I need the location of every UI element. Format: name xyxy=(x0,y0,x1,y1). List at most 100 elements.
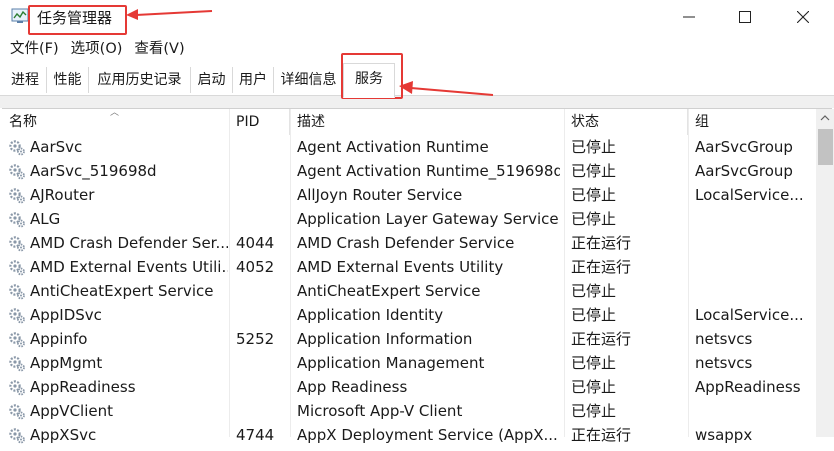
service-gear-icon xyxy=(8,163,26,180)
service-status: 已停止 xyxy=(571,138,617,156)
service-group: wsappx xyxy=(695,426,753,444)
maximize-button[interactable] xyxy=(722,4,768,30)
service-gear-icon xyxy=(8,331,26,348)
tab-app-history[interactable]: 应用历史记录 xyxy=(89,67,191,93)
service-status: 已停止 xyxy=(571,306,617,324)
service-description: AppX Deployment Service (AppX... xyxy=(297,426,558,444)
close-icon xyxy=(797,11,809,23)
table-row[interactable]: AppXSvc 4744 AppX Deployment Service (AppX… xyxy=(0,423,816,447)
maximize-icon xyxy=(739,11,751,23)
service-pid xyxy=(236,135,290,159)
menu-file[interactable]: 文件(F) xyxy=(10,37,59,61)
service-gear-icon xyxy=(8,427,26,444)
column-header-status[interactable]: 状态 xyxy=(562,109,688,135)
table-row[interactable]: AntiCheatExpert Service AntiCheatExpert S… xyxy=(0,279,816,303)
table-row[interactable]: AppIDSvc Application Identity 已停止 LocalServ… xyxy=(0,303,816,327)
menu-options[interactable]: 选项(O) xyxy=(71,37,123,61)
table-row[interactable]: AarSvc Agent Activation Runtime 已停止 AarSvcG… xyxy=(0,135,816,159)
tab-details[interactable]: 详细信息 xyxy=(274,67,344,93)
service-pid xyxy=(236,351,290,375)
service-status: 已停止 xyxy=(571,162,617,180)
service-group: AarSvcGroup xyxy=(695,162,793,180)
scroll-up-icon[interactable] xyxy=(820,115,830,121)
service-gear-icon xyxy=(8,403,26,420)
service-status: 正在运行 xyxy=(571,258,632,276)
service-group xyxy=(695,279,813,303)
service-group: AarSvcGroup xyxy=(695,138,793,156)
tab-users[interactable]: 用户 xyxy=(233,67,274,93)
service-status: 已停止 xyxy=(571,282,617,300)
column-header-name[interactable]: 名称 xyxy=(0,109,230,135)
service-status: 正在运行 xyxy=(571,234,632,252)
service-gear-icon xyxy=(8,187,26,204)
service-description: Application Information xyxy=(297,330,473,348)
service-name: ALG xyxy=(30,210,61,228)
service-gear-icon xyxy=(8,259,26,276)
service-name: AppReadiness xyxy=(30,378,136,396)
service-pid xyxy=(236,207,290,231)
service-gear-icon xyxy=(8,283,26,300)
tab-services[interactable]: 服务 xyxy=(343,63,395,98)
service-pid: 4744 xyxy=(236,426,275,444)
service-description: AMD External Events Utility xyxy=(297,258,504,276)
service-pid xyxy=(236,303,290,327)
minimize-button[interactable] xyxy=(666,4,712,30)
service-gear-icon xyxy=(8,139,26,156)
service-status: 正在运行 xyxy=(571,330,632,348)
table-row[interactable]: AppVClient Microsoft App-V Client 已停止 xyxy=(0,399,816,423)
service-name: AppXSvc xyxy=(30,426,97,444)
menu-view[interactable]: 查看(V) xyxy=(134,37,184,61)
table-row[interactable]: AMD Crash Defender Ser... 4044 AMD Crash D… xyxy=(0,231,816,255)
service-group: AppReadiness xyxy=(695,378,801,396)
service-status: 已停止 xyxy=(571,402,617,420)
table-row[interactable]: AJRouter AllJoyn Router Service 已停止 LocalSe… xyxy=(0,183,816,207)
title-highlight-box xyxy=(28,5,127,35)
service-status: 已停止 xyxy=(571,186,617,204)
scrollbar-thumb[interactable] xyxy=(818,129,833,165)
service-pid: 4044 xyxy=(236,234,275,252)
service-description: Agent Activation Runtime_519698d xyxy=(297,162,560,180)
service-name: AppIDSvc xyxy=(30,306,102,324)
service-group: netsvcs xyxy=(695,330,753,348)
service-pid xyxy=(236,279,290,303)
service-status: 已停止 xyxy=(571,354,617,372)
table-row[interactable]: AMD External Events Utili... 4052 AMD Exte… xyxy=(0,255,816,279)
service-name: AppMgmt xyxy=(30,354,103,372)
service-gear-icon xyxy=(8,307,26,324)
service-description: AllJoyn Router Service xyxy=(297,186,463,204)
service-status: 正在运行 xyxy=(571,426,632,444)
service-pid xyxy=(236,183,290,207)
services-list: AarSvc Agent Activation Runtime 已停止 AarSvcG… xyxy=(0,135,816,447)
tab-performance[interactable]: 性能 xyxy=(47,67,89,93)
close-button[interactable] xyxy=(780,4,826,30)
table-row[interactable]: ALG Application Layer Gateway Service 已停止 xyxy=(0,207,816,231)
service-description: Application Management xyxy=(297,354,485,372)
vertical-scrollbar[interactable] xyxy=(816,109,834,437)
tab-processes[interactable]: 进程 xyxy=(4,67,47,93)
tab-startup[interactable]: 启动 xyxy=(191,67,233,93)
service-pid: 5252 xyxy=(236,330,275,348)
table-row[interactable]: AppReadiness App Readiness 已停止 AppReadiness xyxy=(0,375,816,399)
service-gear-icon xyxy=(8,379,26,396)
service-pid xyxy=(236,399,290,423)
column-header-group[interactable]: 组 xyxy=(686,109,816,135)
service-name: AarSvc_519698d xyxy=(30,162,157,180)
service-name: AMD External Events Utili... xyxy=(30,258,228,276)
service-pid: 4052 xyxy=(236,258,275,276)
service-status: 已停止 xyxy=(571,378,617,396)
table-row[interactable]: Appinfo 5252 Application Information 正在运行 ne… xyxy=(0,327,816,351)
service-gear-icon xyxy=(8,355,26,372)
service-description: Application Identity xyxy=(297,306,444,324)
service-group xyxy=(695,255,813,279)
tab-strip: 进程 性能 应用历史记录 启动 用户 详细信息 服务 xyxy=(0,63,834,98)
service-description: Application Layer Gateway Service xyxy=(297,210,559,228)
service-name: AppVClient xyxy=(30,402,113,420)
service-name: Appinfo xyxy=(30,330,88,348)
task-manager-icon xyxy=(11,8,29,23)
table-row[interactable]: AppMgmt Application Management 已停止 netsvcs xyxy=(0,351,816,375)
column-header-pid[interactable]: PID xyxy=(227,109,290,135)
service-name: AntiCheatExpert Service xyxy=(30,282,214,300)
column-header-description[interactable]: 描述 xyxy=(288,109,565,135)
table-row[interactable]: AarSvc_519698d Agent Activation Runtime_5… xyxy=(0,159,816,183)
menu-bar: 文件(F) 选项(O) 查看(V) xyxy=(0,37,187,61)
